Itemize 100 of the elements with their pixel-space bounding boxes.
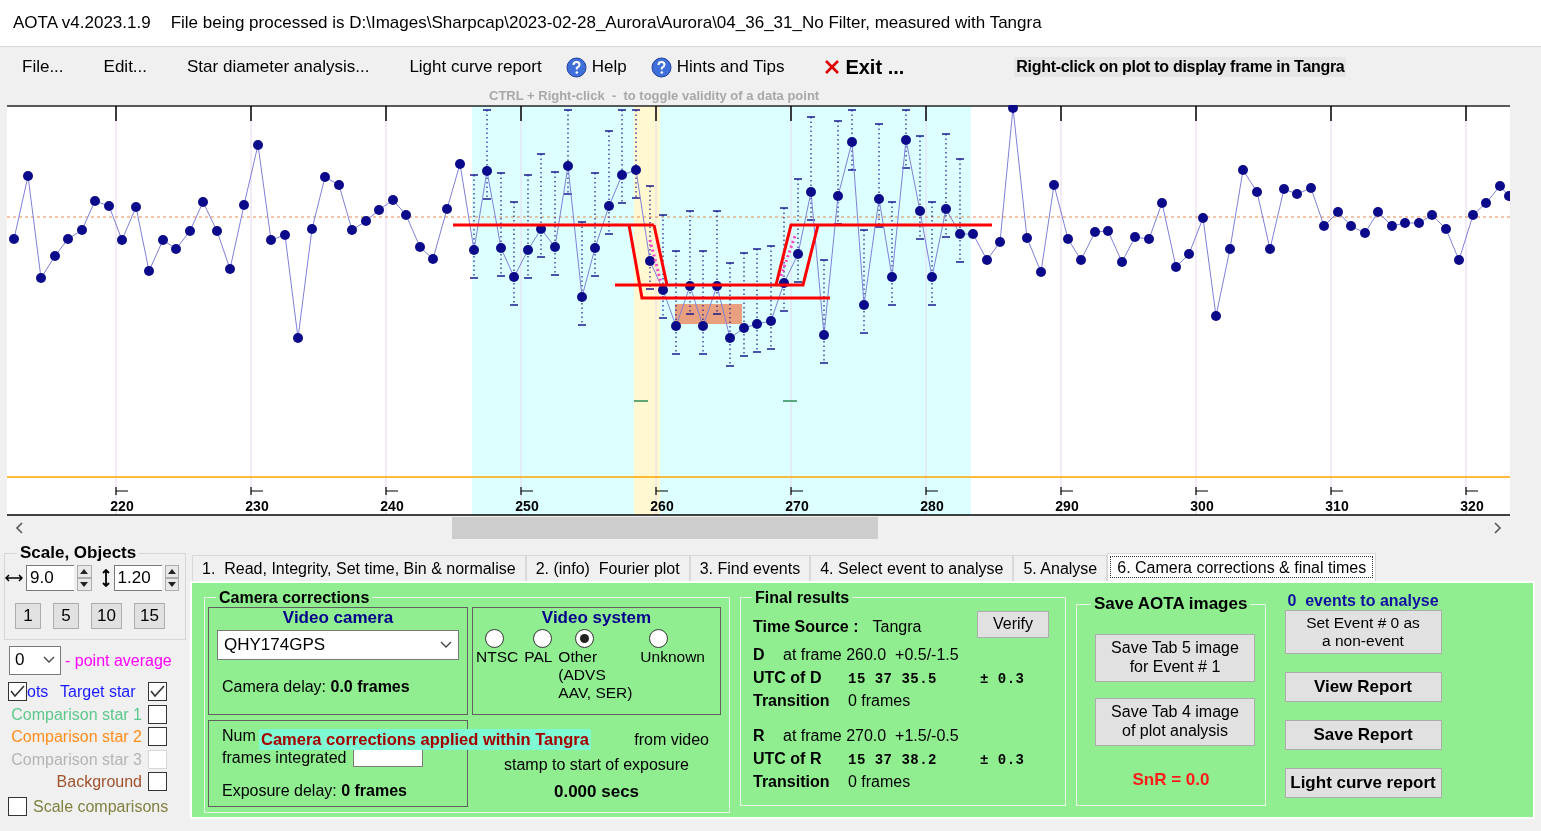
checkbox-label: Comparison star 3 bbox=[10, 749, 142, 770]
axis-label: 270 bbox=[785, 498, 809, 514]
axis-label: 250 bbox=[515, 498, 539, 514]
save-image-button[interactable]: Save Tab 4 image of plot analysis bbox=[1095, 697, 1255, 746]
checkbox[interactable] bbox=[8, 682, 27, 702]
zoom-button[interactable]: 15 bbox=[133, 602, 165, 629]
hint-label: Right-click on plot to display frame in Tangra bbox=[1014, 57, 1347, 77]
offset-text: from video bbox=[634, 729, 709, 749]
point-average-label: - point average bbox=[65, 650, 172, 670]
spin-field[interactable]: 9.0 bbox=[26, 564, 74, 591]
file-info-text: File being processed is D:\Images\Sharpcap\2023-02-28_Aurora\Aurora\04_36_31_No Filter, measured with Tangra bbox=[170, 12, 1042, 34]
menu-item[interactable]: Star diameter analysis... bbox=[187, 56, 370, 78]
events-count: 0 events to analyse bbox=[1287, 591, 1439, 611]
hint-text: CTRL + Right-click - to toggle validity of a data point bbox=[489, 88, 820, 103]
help-icon bbox=[650, 56, 672, 78]
frame-text: at frame 260.0 +0.5/-1.5 bbox=[783, 644, 959, 664]
radio-button[interactable] bbox=[575, 629, 595, 648]
point-average-dropdown[interactable]: 0 bbox=[9, 645, 61, 675]
axis-label: 280 bbox=[920, 498, 944, 514]
radio-label: NTSC bbox=[476, 648, 519, 666]
checkbox-label: Comparison star 1 bbox=[10, 704, 142, 725]
field-label: UTC of D bbox=[753, 667, 823, 687]
vertical-arrows-icon bbox=[100, 568, 111, 587]
scrollbar-thumb[interactable] bbox=[452, 517, 878, 539]
horizontal-arrows-icon bbox=[5, 572, 23, 583]
zoom-button[interactable]: 1 bbox=[15, 602, 41, 629]
axis-label: 260 bbox=[650, 498, 674, 514]
field-value: Tangra bbox=[872, 616, 922, 636]
close-icon bbox=[824, 59, 841, 75]
chevron-left-icon bbox=[15, 522, 24, 534]
chevron-right-icon bbox=[1493, 522, 1502, 534]
checkmark-icon bbox=[10, 685, 25, 699]
action-button[interactable]: Save Report bbox=[1284, 720, 1442, 751]
group-title: Scale, Objects bbox=[19, 544, 138, 563]
zoom-button[interactable]: 10 bbox=[91, 602, 122, 629]
action-button[interactable]: Light curve report bbox=[1284, 768, 1442, 799]
utc-value: 15 37 38.2 bbox=[848, 751, 938, 769]
field-label: frames integrated bbox=[222, 747, 347, 767]
radio-button[interactable] bbox=[533, 629, 553, 648]
menu-item[interactable]: Light curve report bbox=[409, 56, 542, 78]
checkbox[interactable] bbox=[148, 772, 167, 792]
menu-item[interactable]: Exit ... bbox=[824, 55, 905, 79]
utc-value: 15 37 35.5 bbox=[848, 670, 938, 688]
axis-label: 240 bbox=[380, 498, 404, 514]
camera-dropdown[interactable]: QHY174GPS bbox=[217, 630, 459, 660]
field-label: Time Source : bbox=[753, 616, 859, 636]
box-title: Video system bbox=[540, 607, 653, 628]
checkbox-label: ots bbox=[27, 682, 50, 702]
menu-item[interactable]: Edit... bbox=[103, 56, 148, 78]
action-button[interactable]: View Report bbox=[1284, 672, 1442, 703]
tab[interactable]: 1. Read, Integrity, Set time, Bin & normalise bbox=[192, 555, 526, 581]
tab[interactable]: 3. Find events bbox=[689, 555, 811, 581]
tab[interactable]: 5. Analyse bbox=[1013, 555, 1108, 581]
axis-label: 230 bbox=[245, 498, 269, 514]
field-label: Num bbox=[222, 725, 256, 745]
zoom-button[interactable]: 5 bbox=[53, 602, 79, 629]
event-letter: D bbox=[753, 644, 766, 664]
checkbox-label: Scale comparisons bbox=[33, 796, 169, 817]
menu-item[interactable]: Help bbox=[565, 56, 627, 78]
tab[interactable]: 2. (info) Fourier plot bbox=[525, 555, 690, 581]
offset-value: 0.000 secs bbox=[553, 781, 640, 801]
checkbox[interactable] bbox=[8, 796, 27, 816]
tab[interactable]: 4. Select event to analyse bbox=[810, 555, 1014, 581]
menu-item[interactable]: Hints and Tips bbox=[650, 56, 785, 78]
chevron-down-icon bbox=[43, 656, 55, 665]
uncertainty-value: ± 0.3 bbox=[980, 670, 1025, 688]
checkmark-icon bbox=[149, 685, 165, 699]
camera-delay-text: Camera delay: 0.0 frames bbox=[222, 677, 410, 697]
spin-up-button[interactable] bbox=[164, 564, 179, 578]
axis-label: 220 bbox=[110, 498, 134, 514]
offset-text: stamp to start of exposure bbox=[504, 754, 689, 774]
checkbox[interactable] bbox=[147, 682, 167, 702]
field-value: 0 frames bbox=[848, 771, 911, 791]
field-value: 0 frames bbox=[848, 690, 911, 710]
tab[interactable]: 6. Camera corrections & final times bbox=[1107, 553, 1377, 581]
axis-label: 310 bbox=[1325, 498, 1349, 514]
tangra-notice: Camera corrections applied within Tangra bbox=[259, 728, 591, 750]
checkbox[interactable] bbox=[148, 704, 167, 724]
snr-value: SnR = 0.0 bbox=[1131, 769, 1211, 791]
down-arrow-icon bbox=[80, 581, 89, 587]
menu-item[interactable]: File... bbox=[22, 56, 64, 78]
radio-button[interactable] bbox=[485, 629, 504, 648]
action-button[interactable]: Set Event # 0 as a non-event bbox=[1284, 610, 1442, 655]
window-title: AOTA v4.2023.1.9 bbox=[13, 12, 151, 34]
checkbox[interactable] bbox=[148, 727, 167, 747]
save-image-button[interactable]: Save Tab 5 image for Event # 1 bbox=[1095, 633, 1255, 682]
checkbox-label: Target star bbox=[60, 682, 136, 702]
group-title: Camera corrections bbox=[218, 589, 371, 607]
box-title: Video camera bbox=[281, 607, 395, 628]
verify-button[interactable]: Verify bbox=[977, 611, 1049, 639]
event-letter: R bbox=[753, 725, 766, 745]
spin-field[interactable]: 1.20 bbox=[113, 564, 162, 591]
down-arrow-icon bbox=[167, 581, 176, 587]
spin-up-button[interactable] bbox=[77, 564, 92, 578]
radio-label: PAL bbox=[524, 648, 553, 666]
field-label: UTC of R bbox=[753, 748, 823, 768]
radio-button[interactable] bbox=[649, 629, 669, 648]
field-label: Transition bbox=[753, 771, 831, 791]
radio-label: Other (ADVS AAV, SER) bbox=[558, 648, 634, 702]
chevron-down-icon bbox=[440, 641, 452, 649]
